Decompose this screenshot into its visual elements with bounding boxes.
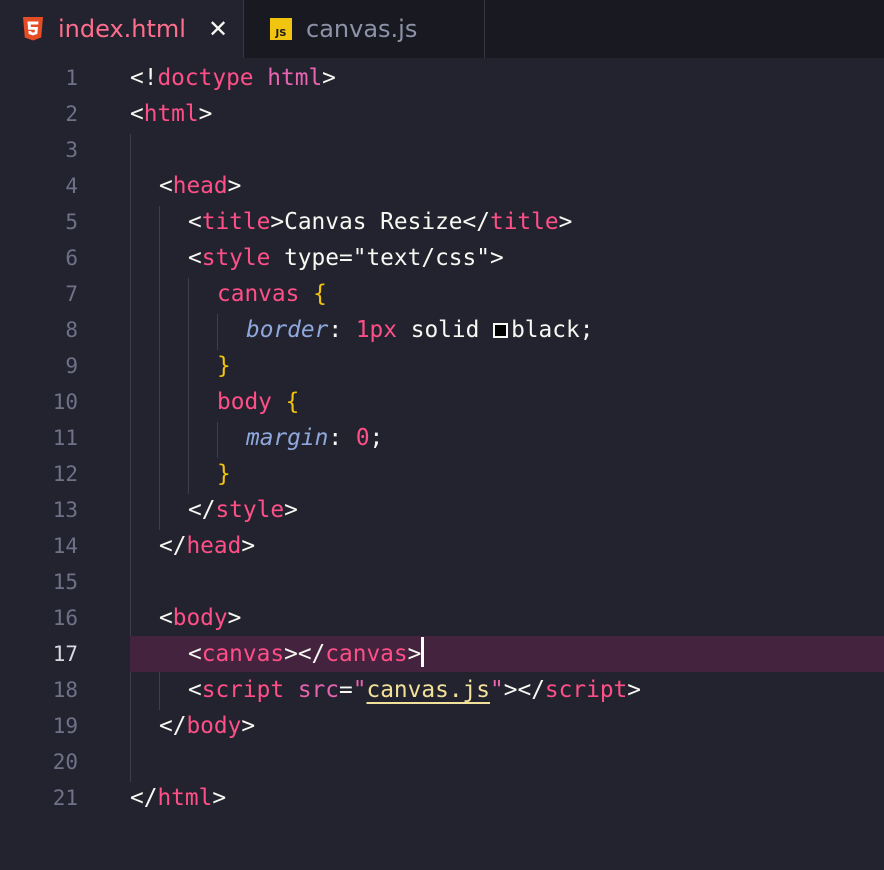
- line-number: 19: [52, 714, 78, 738]
- code-line-active[interactable]: 17 <canvas></canvas>: [0, 636, 884, 672]
- line-number: 8: [65, 318, 78, 342]
- line-number: 15: [52, 570, 78, 594]
- line-number: 14: [52, 534, 78, 558]
- code-line[interactable]: 16 <body>: [0, 600, 884, 636]
- code-line[interactable]: 7 canvas {: [0, 276, 884, 312]
- code-line[interactable]: 4 <head>: [0, 168, 884, 204]
- code-text: <style type="text/css">: [188, 245, 504, 271]
- code-text: }: [217, 353, 231, 379]
- text-cursor: [421, 637, 425, 667]
- code-line[interactable]: 5 <title>Canvas Resize</title>: [0, 204, 884, 240]
- code-line[interactable]: 11 margin: 0;: [0, 420, 884, 456]
- tab-bar: index.html ✕ JS canvas.js: [0, 0, 884, 58]
- code-text: <canvas></canvas>: [188, 636, 425, 672]
- tab-label: canvas.js: [306, 15, 418, 43]
- file-link[interactable]: canvas.js: [366, 677, 490, 703]
- code-line[interactable]: 15: [0, 564, 884, 600]
- line-number: 5: [65, 210, 78, 234]
- code-text: <!doctype html>: [130, 65, 336, 91]
- code-line[interactable]: 12 }: [0, 456, 884, 492]
- line-number: 4: [65, 174, 78, 198]
- code-line[interactable]: 19 </body>: [0, 708, 884, 744]
- close-icon[interactable]: ✕: [208, 15, 228, 43]
- line-number: 17: [52, 642, 78, 666]
- line-number: 18: [52, 678, 78, 702]
- code-text: </style>: [188, 497, 298, 523]
- color-swatch-icon[interactable]: [493, 323, 509, 338]
- line-number: 20: [52, 750, 78, 774]
- code-line[interactable]: 1 <!doctype html>: [0, 60, 884, 96]
- code-text: canvas {: [217, 281, 327, 307]
- line-number: 3: [65, 138, 78, 162]
- line-number: 9: [65, 354, 78, 378]
- line-number: 6: [65, 246, 78, 270]
- line-number: 16: [52, 606, 78, 630]
- code-line[interactable]: 3: [0, 132, 884, 168]
- code-text: <title>Canvas Resize</title>: [188, 209, 573, 235]
- code-editor[interactable]: 1 <!doctype html> 2 <html> 3 4 <head> 5 …: [0, 58, 884, 870]
- line-number: 21: [52, 786, 78, 810]
- code-line[interactable]: 13 </style>: [0, 492, 884, 528]
- code-line[interactable]: 14 </head>: [0, 528, 884, 564]
- code-line[interactable]: 8 border: 1px solid black;: [0, 312, 884, 348]
- code-text: <html>: [130, 101, 213, 127]
- code-line[interactable]: 9 }: [0, 348, 884, 384]
- tab-label: index.html: [58, 15, 186, 43]
- line-number: 1: [65, 66, 78, 90]
- line-number: 13: [52, 498, 78, 522]
- line-number: 11: [52, 426, 78, 450]
- code-text: <script src="canvas.js"></script>: [188, 677, 642, 703]
- line-number: 12: [52, 462, 78, 486]
- line-number: 10: [52, 390, 78, 414]
- code-text: </head>: [159, 533, 256, 559]
- js-icon: JS: [270, 18, 292, 40]
- code-text: <head>: [159, 173, 242, 199]
- code-text: </html>: [130, 785, 227, 811]
- code-text: }: [217, 461, 231, 487]
- code-line[interactable]: 2 <html>: [0, 96, 884, 132]
- code-text: <body>: [159, 605, 242, 631]
- code-line[interactable]: 6 <style type="text/css">: [0, 240, 884, 276]
- code-text: margin: 0;: [246, 425, 384, 451]
- code-line[interactable]: 18 <script src="canvas.js"></script>: [0, 672, 884, 708]
- code-text: </body>: [159, 713, 256, 739]
- code-text: border: 1px solid black;: [246, 317, 594, 343]
- line-number: 2: [65, 102, 78, 126]
- code-text: body {: [217, 389, 300, 415]
- code-line[interactable]: 10 body {: [0, 384, 884, 420]
- html5-icon: [23, 17, 43, 41]
- tab-canvas-js[interactable]: JS canvas.js: [244, 0, 485, 58]
- line-number: 7: [65, 282, 78, 306]
- code-line[interactable]: 21 </html>: [0, 780, 884, 816]
- code-line[interactable]: 20: [0, 744, 884, 780]
- tab-index-html[interactable]: index.html ✕: [0, 0, 244, 58]
